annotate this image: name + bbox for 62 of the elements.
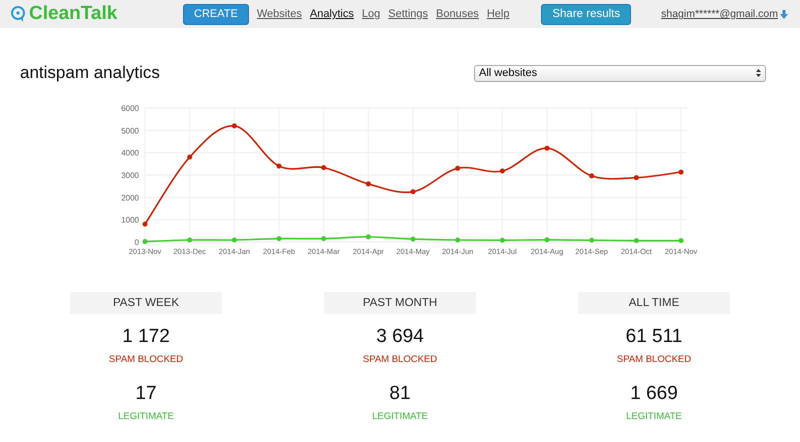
data-point: [678, 238, 684, 244]
data-point: [142, 222, 148, 227]
spam-label: SPAM BLOCKED: [616, 354, 692, 365]
spam-count: 3 694: [376, 326, 424, 348]
data-point: [544, 146, 550, 151]
page-title: antispam analytics: [20, 63, 160, 83]
spam-label: SPAM BLOCKED: [108, 354, 184, 365]
data-point: [500, 238, 505, 243]
axis-tick-label: 2000: [121, 193, 139, 202]
axis-tick-label: 4000: [121, 148, 139, 158]
spam-count: 61 511: [626, 326, 682, 348]
data-point: [276, 164, 282, 169]
data-point: [678, 170, 684, 175]
spam-label: SPAM BLOCKED: [362, 354, 438, 365]
axis-tick-label: 3000: [121, 171, 139, 180]
arrow-down-icon: [780, 10, 788, 18]
legitimate-count: 1 669: [630, 383, 678, 405]
period-header: ALL TIME: [578, 292, 730, 314]
data-point: [366, 181, 371, 186]
data-point: [276, 236, 282, 242]
legitimate-label: LEGITIMATE: [118, 411, 174, 422]
data-point: [589, 238, 594, 243]
legitimate-label: LEGITIMATE: [372, 411, 428, 422]
logo-icon: [10, 5, 26, 23]
data-point: [232, 123, 237, 128]
period-header: PAST MONTH: [324, 292, 476, 314]
nav-link[interactable]: Settings: [388, 8, 428, 20]
data-point: [589, 173, 594, 178]
legitimate-label: LEGITIMATE: [626, 411, 682, 422]
data-point: [410, 236, 416, 242]
data-point: [500, 168, 505, 174]
axis-tick-label: 1000: [121, 216, 139, 225]
updown-icon: [756, 69, 761, 77]
data-point: [455, 238, 460, 242]
data-point: [634, 175, 639, 180]
data-point: [410, 189, 416, 194]
axis-tick-label: 6000: [121, 104, 139, 113]
logo-text: CleanTalk: [29, 3, 118, 25]
data-point: [321, 236, 326, 242]
data-point: [142, 239, 148, 244]
nav-link[interactable]: Bonuses: [436, 8, 479, 20]
axis-tick-label: 5000: [121, 126, 139, 136]
data-point: [232, 238, 237, 242]
nav-link[interactable]: Help: [486, 8, 510, 20]
data-point: [187, 238, 192, 242]
data-point: [366, 234, 371, 240]
data-point: [634, 238, 639, 244]
nav-link[interactable]: Analytics: [310, 8, 354, 20]
website-select[interactable]: All websites: [474, 64, 766, 82]
data-point: [455, 166, 460, 171]
data-point: [544, 237, 550, 242]
data-point: [187, 154, 192, 160]
account-link[interactable]: shagim******@gmail.com: [661, 8, 788, 20]
create-button[interactable]: CREATE: [183, 4, 249, 24]
legitimate-count: 17: [135, 383, 157, 405]
nav-link[interactable]: Log: [362, 8, 380, 20]
axis-tick-label: 0: [134, 238, 139, 247]
spam-count: 1 172: [122, 326, 170, 348]
legitimate-count: 81: [389, 383, 411, 405]
data-point: [321, 165, 326, 170]
period-header: PAST WEEK: [70, 292, 222, 314]
nav-link[interactable]: Websites: [256, 8, 302, 20]
